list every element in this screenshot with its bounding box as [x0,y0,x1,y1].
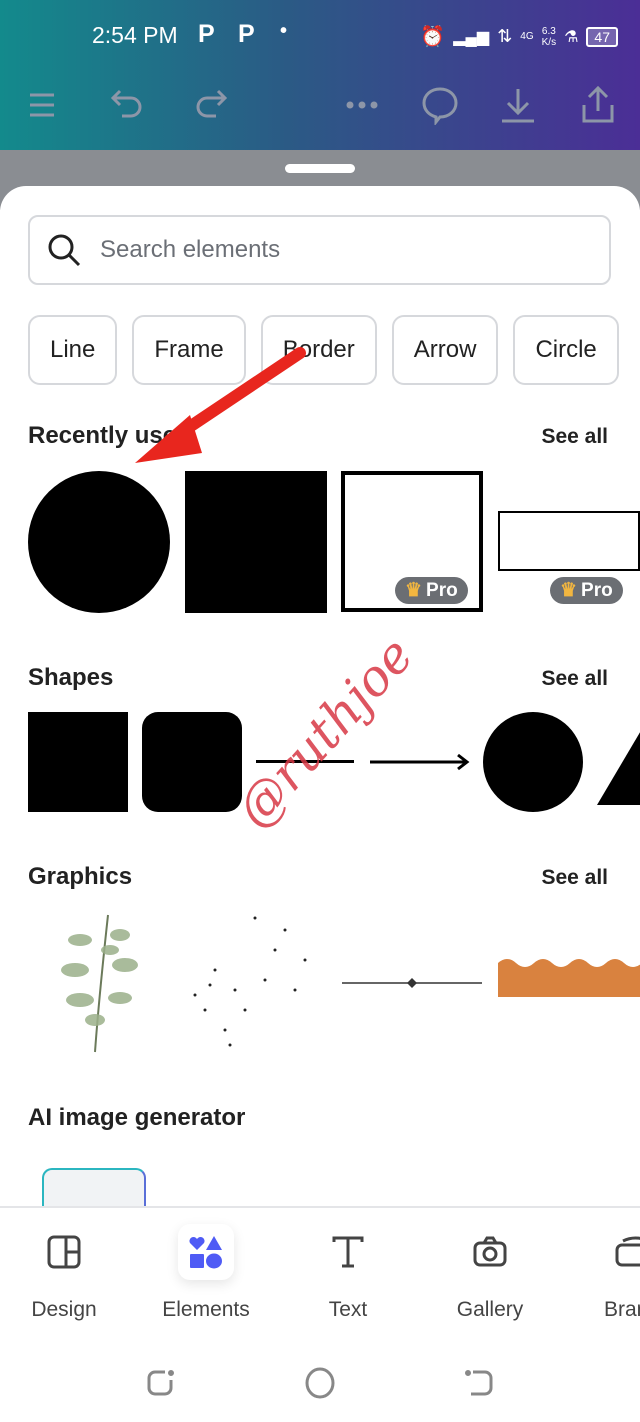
chip-line[interactable]: Line [28,315,118,385]
network-speed: 6.3 [541,25,556,37]
download-icon[interactable] [498,85,538,125]
chip-circle[interactable]: Circle [513,315,619,385]
text-icon [332,1236,364,1268]
nav-brand-label: Brand [603,1298,640,1321]
recent-circle[interactable] [28,471,170,613]
nav-design[interactable]: Design [4,1224,124,1322]
crown-icon: ♛ [560,580,578,601]
camera-icon [473,1236,507,1267]
notification-dot: • [280,20,288,42]
pro-badge: ♛ Pro [550,577,623,604]
chip-arrow[interactable]: Arrow [391,315,499,385]
graphic-divider[interactable] [342,975,482,991]
nav-text[interactable]: Text [288,1224,408,1322]
status-time: 2:54 PM [92,22,178,48]
elements-icon [189,1236,222,1269]
crown-icon: ♛ [405,580,423,601]
data-arrows-icon: ⇅ [497,26,513,46]
recent-square[interactable] [185,471,327,613]
recents-button[interactable] [145,1368,175,1398]
undo-icon[interactable] [108,85,148,125]
graphics-see-all[interactable]: See all [541,866,608,890]
recently-used-see-all[interactable]: See all [541,425,608,449]
ai-image-generator-title: AI image generator [28,1104,246,1131]
graphic-scattered-dots[interactable] [185,910,325,1055]
home-button[interactable] [304,1366,336,1400]
drag-handle[interactable] [285,164,355,173]
recent-rectangle[interactable] [498,511,640,571]
nav-elements[interactable]: Elements [146,1224,266,1322]
suggestion-chips: Line Frame Border Arrow Circle [28,315,619,385]
comment-icon[interactable] [420,85,460,125]
menu-icon[interactable] [22,85,62,125]
search-input[interactable]: Search elements [28,215,611,285]
notification-icon: P [238,20,255,48]
battery-indicator: 47 [586,26,618,47]
nav-brand[interactable]: Brand [572,1224,640,1322]
pro-badge: ♛ Pro [395,577,468,604]
shape-arrow[interactable] [370,752,470,772]
shape-square[interactable] [28,712,128,812]
nav-design-label: Design [31,1298,97,1321]
search-placeholder: Search elements [100,236,281,263]
shapes-title: Shapes [28,664,114,691]
nav-gallery[interactable]: Gallery [430,1224,550,1322]
search-icon [48,234,81,267]
annotation-red-arrow [135,347,306,463]
signal-icon: ▂▄▆ [453,28,490,46]
status-bar: 2:54 PM P P • ⏰ ▂▄▆ ⇅ 4G 6.3 K/s ⚗ 47 [0,20,640,52]
brand-icon [615,1236,640,1267]
shape-triangle[interactable] [597,712,640,812]
redo-icon[interactable] [190,85,230,125]
network-type: 4G [520,31,534,42]
notification-icon: P [198,20,215,48]
bottom-nav: Design Elements Text Gallery Brand [0,1206,640,1422]
design-icon [47,1235,81,1269]
shape-circle[interactable] [483,712,583,812]
more-icon[interactable] [342,85,382,125]
app-header: 2:54 PM P P • ⏰ ▂▄▆ ⇅ 4G 6.3 K/s ⚗ 47 [0,0,640,150]
alarm-icon: ⏰ [420,26,446,48]
shapes-see-all[interactable]: See all [541,667,608,691]
flask-icon: ⚗ [564,28,579,46]
graphics-title: Graphics [28,863,133,890]
speed-unit: K/s [541,36,557,48]
nav-text-label: Text [328,1298,368,1321]
back-button[interactable] [465,1368,495,1398]
graphic-eucalyptus[interactable] [40,910,150,1055]
nav-elements-label: Elements [162,1298,250,1321]
nav-gallery-label: Gallery [456,1298,524,1321]
graphic-torn-paper[interactable] [498,955,640,1005]
share-icon[interactable] [578,85,618,125]
